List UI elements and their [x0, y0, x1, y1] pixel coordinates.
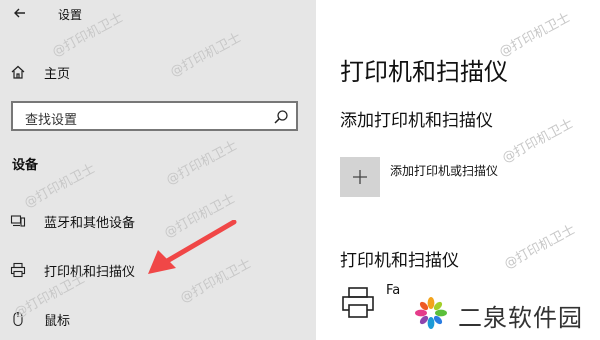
- pinwheel-logo-icon: [415, 297, 447, 329]
- mouse-icon: [13, 311, 23, 327]
- printer-icon[interactable]: [340, 285, 376, 321]
- printer-icon: [10, 262, 26, 278]
- printers-section-title: 打印机和扫描仪: [340, 251, 459, 271]
- search-icon[interactable]: [273, 109, 289, 125]
- page-title: 打印机和扫描仪: [340, 58, 508, 86]
- home-icon: [11, 65, 25, 79]
- sidebar-item-mouse[interactable]: 鼠标: [0, 304, 316, 334]
- annotation-arrow-icon: [148, 220, 237, 274]
- bluetooth-devices-icon: [10, 215, 26, 227]
- title-bar: 设置: [0, 0, 316, 30]
- window-title: 设置: [58, 8, 83, 22]
- brand-text: 二泉软件园: [458, 304, 583, 332]
- sidebar-item-label: 主页: [44, 67, 71, 82]
- section-title-devices: 设备: [12, 158, 39, 173]
- sidebar-item-label: 打印机和扫描仪: [44, 265, 136, 280]
- add-printer-button[interactable]: [340, 157, 380, 197]
- sidebar-item-home[interactable]: 主页: [0, 57, 316, 87]
- back-arrow-icon[interactable]: [10, 3, 30, 23]
- sidebar-item-label: 鼠标: [44, 314, 71, 329]
- search-placeholder: 查找设置: [25, 113, 78, 128]
- add-printer-label[interactable]: 添加打印机或扫描仪: [390, 162, 498, 179]
- printer-list-item[interactable]: Fa: [386, 283, 400, 298]
- brand-watermark: 二泉软件园: [414, 294, 600, 334]
- settings-sidebar: 设置 主页 查找设置 设备 蓝牙和其他设备 打印机和扫描仪 鼠标: [0, 0, 316, 340]
- sidebar-item-label: 蓝牙和其他设备: [44, 216, 136, 231]
- add-section-title: 添加打印机和扫描仪: [340, 111, 493, 131]
- search-input[interactable]: 查找设置: [11, 101, 298, 131]
- plus-icon: [353, 170, 367, 184]
